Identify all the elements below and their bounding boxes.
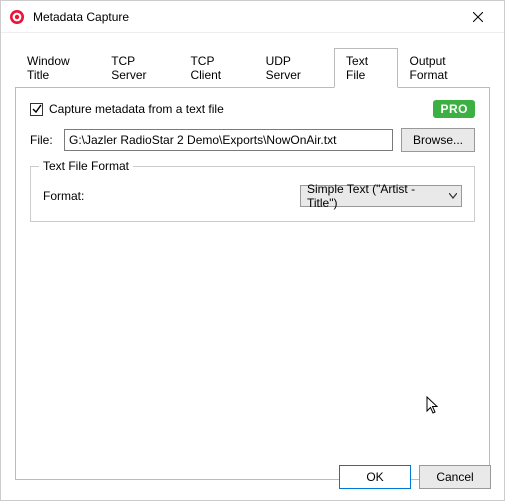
close-button[interactable] (456, 2, 500, 32)
tab-panel-text-file: Capture metadata from a text file PRO Fi… (15, 88, 490, 480)
close-icon (473, 12, 483, 22)
format-select[interactable]: Simple Text ("Artist - Title") (300, 185, 462, 207)
titlebar: Metadata Capture (1, 1, 504, 33)
file-row: File: Browse... (30, 128, 475, 152)
format-value: Simple Text ("Artist - Title") (307, 182, 445, 210)
content-area: Window Title TCP Server TCP Client UDP S… (1, 33, 504, 480)
window-title: Metadata Capture (33, 10, 456, 24)
tab-tcp-client[interactable]: TCP Client (178, 48, 253, 88)
tab-tcp-server[interactable]: TCP Server (99, 48, 178, 88)
tab-strip: Window Title TCP Server TCP Client UDP S… (15, 47, 490, 88)
cursor-icon (426, 396, 442, 419)
fieldset-legend: Text File Format (39, 159, 133, 173)
capture-label: Capture metadata from a text file (49, 102, 224, 116)
capture-checkbox-wrap[interactable]: Capture metadata from a text file (30, 102, 224, 116)
check-icon (32, 104, 42, 114)
ok-button[interactable]: OK (339, 465, 411, 489)
dialog-buttons: OK Cancel (339, 465, 491, 489)
capture-checkbox[interactable] (30, 103, 43, 116)
capture-row: Capture metadata from a text file PRO (30, 100, 475, 118)
tab-udp-server[interactable]: UDP Server (254, 48, 334, 88)
text-file-format-group: Text File Format Format: Simple Text ("A… (30, 166, 475, 222)
format-row: Format: Simple Text ("Artist - Title") (43, 185, 462, 207)
file-label: File: (30, 133, 56, 147)
cancel-button[interactable]: Cancel (419, 465, 491, 489)
pro-badge: PRO (433, 100, 475, 118)
tab-output-format[interactable]: Output Format (398, 48, 490, 88)
tab-window-title[interactable]: Window Title (15, 48, 99, 88)
tab-text-file[interactable]: Text File (334, 48, 398, 88)
format-label: Format: (43, 189, 84, 203)
file-input[interactable] (64, 129, 393, 151)
chevron-down-icon (449, 191, 457, 202)
browse-button[interactable]: Browse... (401, 128, 475, 152)
app-icon (9, 9, 25, 25)
